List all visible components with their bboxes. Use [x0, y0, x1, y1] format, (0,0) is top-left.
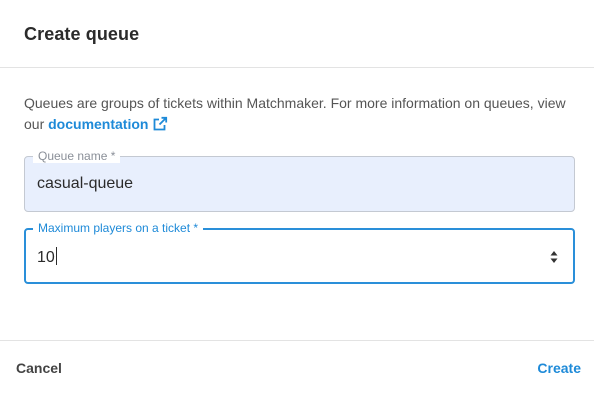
cancel-button[interactable]: Cancel	[16, 360, 62, 376]
max-players-value-wrap: 10	[37, 247, 57, 267]
dialog-footer: Cancel Create	[0, 340, 594, 393]
dialog-header: Create queue	[0, 0, 594, 68]
create-button[interactable]: Create	[537, 360, 581, 376]
max-players-field[interactable]: Maximum players on a ticket * 10	[24, 221, 575, 284]
documentation-link[interactable]: documentation	[48, 116, 168, 132]
external-link-icon	[154, 116, 168, 131]
create-queue-dialog: Create queue Queues are groups of ticket…	[0, 0, 594, 393]
max-players-label: Maximum players on a ticket *	[33, 221, 204, 235]
number-stepper-icon[interactable]	[549, 248, 559, 266]
queue-name-field[interactable]: Queue name * casual-queue	[24, 149, 575, 212]
queue-name-label: Queue name *	[33, 149, 121, 163]
max-players-value: 10	[37, 249, 55, 266]
text-caret	[55, 247, 57, 265]
queue-name-value: casual-queue	[37, 175, 134, 192]
documentation-link-label: documentation	[48, 116, 149, 132]
dialog-title: Create queue	[24, 24, 140, 44]
dialog-description: Queues are groups of tickets within Matc…	[24, 93, 574, 135]
